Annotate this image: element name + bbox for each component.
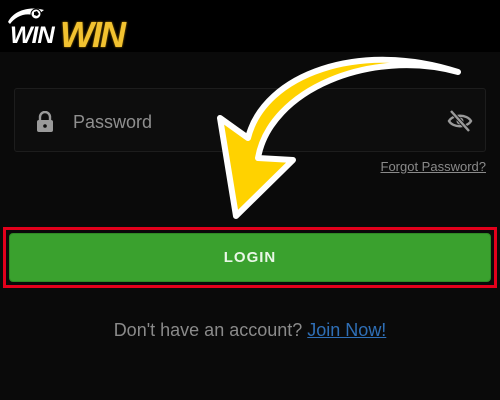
logo-word-right: WIN xyxy=(60,14,126,55)
eye-off-icon[interactable] xyxy=(447,109,473,133)
logo-word-left: WIN xyxy=(10,22,55,49)
brand-logo[interactable]: WIN WIN xyxy=(6,6,146,55)
signup-prompt: Don't have an account? Join Now! xyxy=(0,320,500,341)
login-button[interactable]: LOGIN xyxy=(9,233,491,282)
lock-icon xyxy=(37,111,53,132)
signup-prompt-text: Don't have an account? xyxy=(113,320,303,340)
join-now-link[interactable]: Join Now! xyxy=(307,320,386,340)
forgot-password-link[interactable]: Forgot Password? xyxy=(381,159,487,174)
header-bar: WIN WIN xyxy=(0,0,500,55)
password-input[interactable] xyxy=(71,107,435,137)
login-page: WIN WIN Forgot Password? LOGIN Don't hav… xyxy=(0,0,500,400)
password-field[interactable] xyxy=(14,88,486,152)
